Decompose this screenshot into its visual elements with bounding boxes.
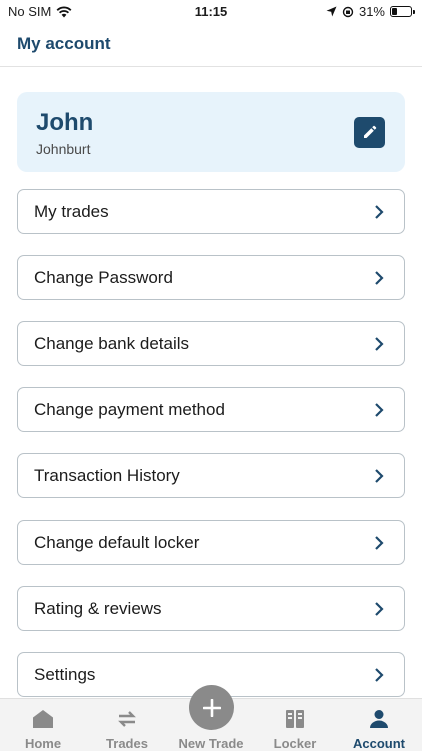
menu-item-rating-reviews[interactable]: Rating & reviews <box>17 586 405 631</box>
tab-trades[interactable]: Trades <box>97 699 157 751</box>
profile-username: Johnburt <box>36 141 91 157</box>
account-icon <box>370 710 388 728</box>
chevron-right-icon <box>375 271 384 285</box>
tab-label: Account <box>353 736 405 751</box>
page-title: My account <box>17 34 111 53</box>
menu-item-label: Change Password <box>34 268 173 287</box>
edit-profile-button[interactable] <box>354 117 385 148</box>
pencil-icon <box>364 125 377 138</box>
menu-item-label: Transaction History <box>34 466 180 485</box>
chevron-right-icon <box>375 602 384 616</box>
tab-label: New Trade <box>178 736 244 751</box>
location-arrow-icon <box>326 6 337 17</box>
tab-locker[interactable]: Locker <box>265 699 325 751</box>
menu-item-label: Change default locker <box>34 533 200 552</box>
chevron-right-icon <box>375 668 384 682</box>
plus-icon <box>202 698 221 717</box>
menu-item-change-payment-method[interactable]: Change payment method <box>17 387 405 432</box>
new-trade-button[interactable] <box>189 685 234 730</box>
header: My account <box>0 24 422 67</box>
menu-item-change-password[interactable]: Change Password <box>17 255 405 300</box>
profile-name: John <box>36 109 94 136</box>
menu-item-transaction-history[interactable]: Transaction History <box>17 453 405 498</box>
status-right: 31% <box>326 4 415 19</box>
trades-icon <box>118 711 136 727</box>
menu-item-label: Rating & reviews <box>34 599 162 618</box>
menu-item-change-bank-details[interactable]: Change bank details <box>17 321 405 366</box>
chevron-right-icon <box>375 536 384 550</box>
menu-item-label: Change payment method <box>34 400 225 419</box>
home-icon <box>33 710 53 728</box>
menu-item-change-default-locker[interactable]: Change default locker <box>17 520 405 565</box>
menu-item-my-trades[interactable]: My trades <box>17 189 405 234</box>
status-bar: No SIM 11:15 31% <box>0 0 422 24</box>
chevron-right-icon <box>375 337 384 351</box>
menu-item-label: My trades <box>34 202 109 221</box>
tab-home[interactable]: Home <box>13 699 73 751</box>
profile-card: John Johnburt <box>17 92 405 172</box>
tab-label: Locker <box>273 736 317 751</box>
menu-item-label: Settings <box>34 665 96 684</box>
chevron-right-icon <box>375 469 384 483</box>
tab-label: Trades <box>106 736 148 751</box>
battery-percent: 31% <box>358 4 385 19</box>
battery-icon <box>390 6 415 17</box>
orientation-lock-icon <box>342 6 354 17</box>
tab-label: Home <box>24 736 62 751</box>
menu-item-label: Change bank details <box>34 334 190 353</box>
tab-account[interactable]: Account <box>349 699 409 751</box>
chevron-right-icon <box>375 205 384 219</box>
chevron-right-icon <box>375 403 384 417</box>
locker-icon <box>286 710 304 728</box>
